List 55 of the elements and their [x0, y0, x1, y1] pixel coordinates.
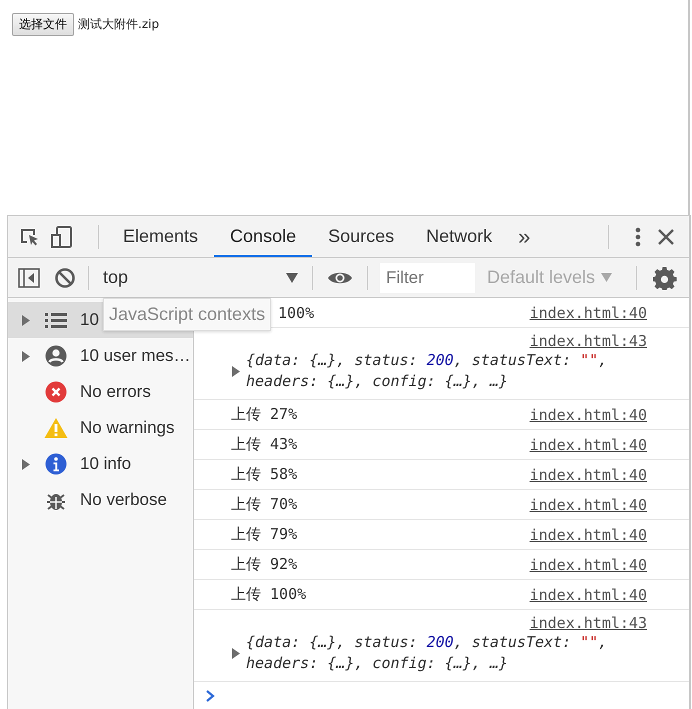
sidebar-item[interactable]: 10 info: [8, 446, 193, 482]
file-name: 测试大附件.zip: [78, 16, 160, 33]
prompt-chevron-icon: [206, 690, 215, 702]
choose-file-button[interactable]: 选择文件: [12, 13, 74, 36]
object-preview: headers: {…}, config: {…}, …}: [246, 371, 509, 392]
expand-arrow-icon[interactable]: [22, 458, 30, 470]
dropdown-arrow-icon: [601, 273, 612, 282]
log-message: 上传 70%: [231, 495, 298, 514]
expand-arrow-icon[interactable]: [232, 366, 240, 376]
source-link[interactable]: index.html:40: [530, 466, 647, 484]
log-message: 上传 92%: [231, 555, 298, 574]
sidebar-item[interactable]: No errors: [8, 374, 193, 410]
list-icon: [45, 312, 67, 328]
context-select[interactable]: top: [97, 267, 304, 288]
log-message: 上传 79%: [231, 525, 298, 544]
object-preview: {data: {…}, status: 200, statusText: "",: [246, 632, 608, 653]
dropdown-arrow-icon: [286, 272, 298, 282]
log-message: 上传 27%: [231, 405, 298, 424]
source-link[interactable]: index.html:40: [530, 406, 647, 424]
tooltip: JavaScript contexts: [103, 298, 272, 331]
panel-tab[interactable]: Network: [410, 216, 508, 257]
more-tabs-button[interactable]: »: [508, 224, 540, 250]
expand-arrow-icon[interactable]: [22, 314, 30, 326]
sidebar-toggle-icon[interactable]: [18, 268, 40, 288]
device-icon[interactable]: [50, 224, 74, 248]
object-preview: {data: {…}, status: 200, statusText: "",: [246, 350, 608, 371]
sidebar-item[interactable]: No verbose: [8, 482, 193, 518]
panel-tab[interactable]: Sources: [312, 216, 410, 257]
expand-arrow-icon[interactable]: [22, 350, 30, 362]
user-icon: [45, 345, 67, 367]
error-icon: [45, 381, 67, 403]
source-link[interactable]: index.html:43: [530, 614, 647, 632]
source-link[interactable]: index.html:40: [530, 304, 647, 322]
settings-icon[interactable]: [653, 266, 677, 290]
log-message: 上传 100%: [231, 585, 306, 604]
clear-console-icon[interactable]: [54, 266, 76, 288]
source-link[interactable]: index.html:40: [530, 556, 647, 574]
source-link[interactable]: index.html:40: [530, 586, 647, 604]
info-icon: [45, 453, 67, 475]
panel-tab[interactable]: Elements: [107, 216, 214, 257]
sidebar-item[interactable]: 10 user mes…: [8, 338, 193, 374]
source-link[interactable]: index.html:43: [530, 332, 647, 350]
object-preview: headers: {…}, config: {…}, …}: [246, 653, 509, 674]
source-link[interactable]: index.html:40: [530, 496, 647, 514]
sidebar-item[interactable]: No warnings: [8, 410, 193, 446]
log-message: 100%: [278, 304, 314, 322]
more-menu-icon[interactable]: [635, 226, 641, 248]
warning-icon: [44, 417, 68, 439]
log-message: 上传 43%: [231, 435, 298, 454]
close-icon[interactable]: [657, 228, 675, 246]
log-message: 上传 58%: [231, 465, 298, 484]
source-link[interactable]: index.html:40: [530, 436, 647, 454]
expand-arrow-icon[interactable]: [232, 648, 240, 658]
source-link[interactable]: index.html:40: [530, 526, 647, 544]
filter-field[interactable]: Filter: [380, 262, 475, 292]
